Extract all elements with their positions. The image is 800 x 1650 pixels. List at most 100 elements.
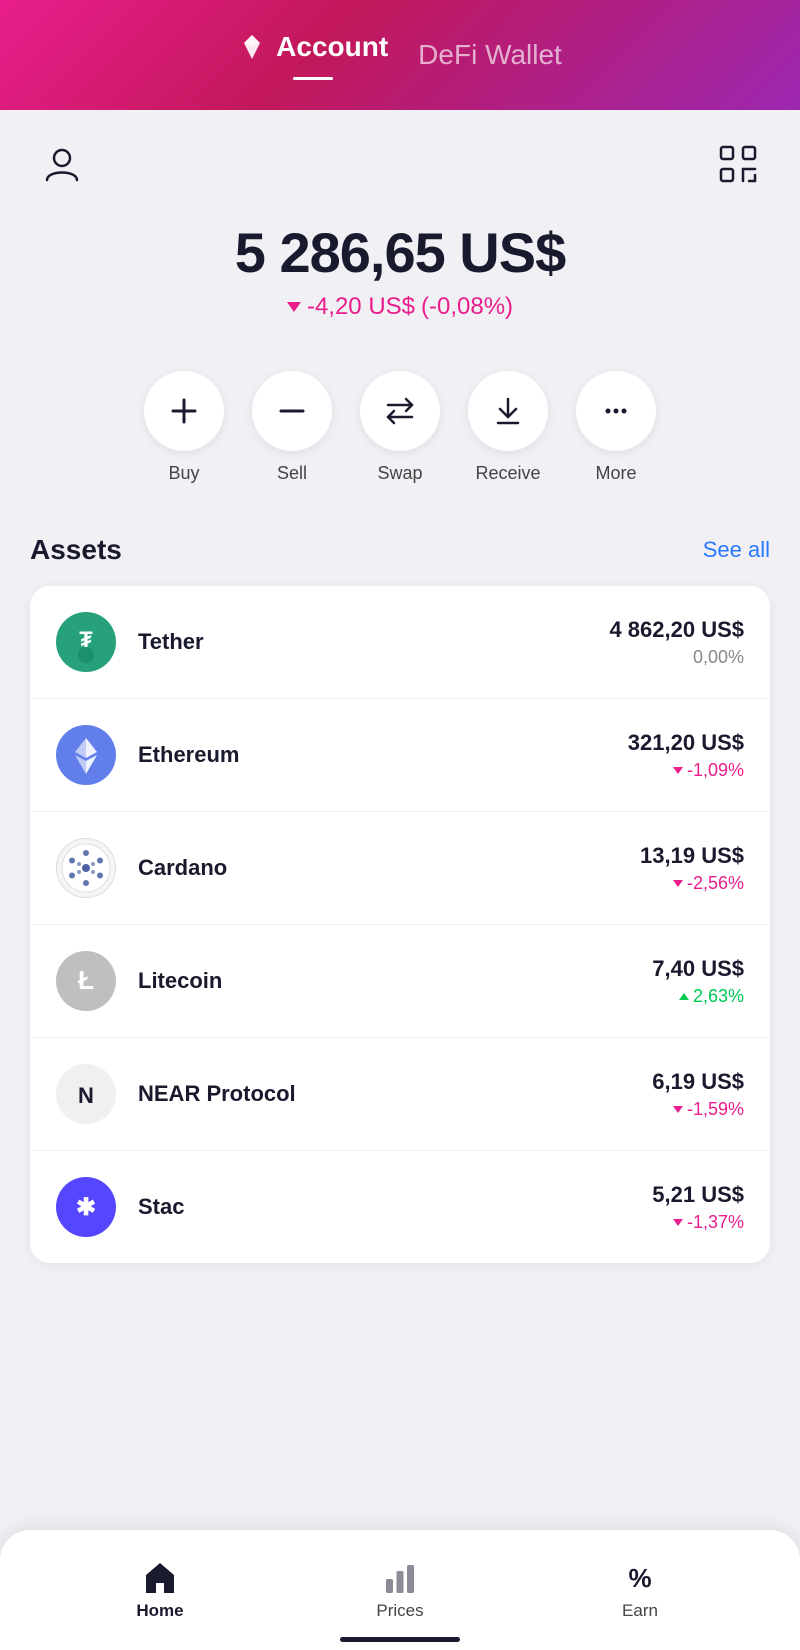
home-indicator	[340, 1637, 460, 1642]
asset-name-tether: Tether	[138, 629, 609, 655]
table-row[interactable]: Ethereum 321,20 US$ -1,09%	[30, 699, 770, 812]
cardano-amount: 13,19 US$	[640, 843, 744, 869]
tether-change: 0,00%	[609, 647, 744, 668]
tether-logo: ₮	[56, 612, 116, 672]
nav-home[interactable]: Home	[110, 1559, 210, 1621]
near-down-arrow-icon	[673, 1106, 683, 1113]
litecoin-icon: Ł	[61, 956, 111, 1006]
asset-name-near: NEAR Protocol	[138, 1081, 652, 1107]
svg-text:Ν: Ν	[78, 1083, 94, 1108]
near-values: 6,19 US$ -1,59%	[652, 1069, 744, 1120]
table-row[interactable]: ✱ Stac 5,21 US$ -1,37%	[30, 1151, 770, 1263]
change-percent: (-0,08%)	[421, 293, 513, 321]
buy-icon-circle	[144, 371, 224, 451]
asset-name-litecoin: Litecoin	[138, 968, 652, 994]
litecoin-values: 7,40 US$ 2,63%	[652, 956, 744, 1007]
user-icon	[42, 144, 82, 184]
tether-values: 4 862,20 US$ 0,00%	[609, 617, 744, 668]
stac-values: 5,21 US$ -1,37%	[652, 1182, 744, 1233]
receive-icon	[492, 395, 524, 427]
cardano-values: 13,19 US$ -2,56%	[640, 843, 744, 894]
cardano-change: -2,56%	[640, 873, 744, 894]
near-icon: Ν	[61, 1069, 111, 1119]
receive-icon-circle	[468, 371, 548, 451]
account-tab[interactable]: Account	[238, 31, 388, 80]
prices-icon	[382, 1559, 418, 1595]
more-button[interactable]: More	[576, 371, 656, 484]
table-row[interactable]: Ł Litecoin 7,40 US$ 2,63%	[30, 925, 770, 1038]
earn-icon: %	[622, 1559, 658, 1595]
defi-tab-label: DeFi Wallet	[418, 39, 562, 71]
stac-amount: 5,21 US$	[652, 1182, 744, 1208]
main-content: 5 286,65 US$ -4,20 US$ (-0,08%) Buy S	[0, 110, 800, 1650]
svg-text:Ł: Ł	[78, 965, 94, 995]
defi-tab[interactable]: DeFi Wallet	[418, 39, 562, 71]
near-amount: 6,19 US$	[652, 1069, 744, 1095]
swap-icon-circle	[360, 371, 440, 451]
earn-label: Earn	[622, 1601, 658, 1621]
eth-down-arrow-icon	[673, 767, 683, 774]
more-label: More	[595, 463, 636, 484]
header: Account DeFi Wallet	[0, 0, 800, 110]
scan-icon-button[interactable]	[712, 138, 764, 190]
home-label: Home	[136, 1601, 183, 1621]
actions-row: Buy Sell Swap	[0, 331, 800, 504]
sell-button[interactable]: Sell	[252, 371, 332, 484]
asset-name-ethereum: Ethereum	[138, 742, 628, 768]
change-amount: -4,20 US$	[307, 293, 415, 321]
ethereum-amount: 321,20 US$	[628, 730, 744, 756]
assets-title: Assets	[30, 534, 122, 566]
sell-icon-circle	[252, 371, 332, 451]
stacks-logo: ✱	[56, 1177, 116, 1237]
stac-change: -1,37%	[652, 1212, 744, 1233]
plus-icon	[169, 396, 199, 426]
earn-icon-svg: %	[622, 1559, 658, 1595]
assets-section: Assets See all ₮ Tether 4 862,20 US$ 0,0…	[0, 504, 800, 1273]
cardano-icon	[61, 843, 111, 893]
scan-icon	[717, 143, 759, 185]
table-row[interactable]: Ν NEAR Protocol 6,19 US$ -1,59%	[30, 1038, 770, 1151]
swap-icon	[384, 395, 416, 427]
more-icon-circle	[576, 371, 656, 451]
bottom-nav: Home Prices % Earn	[0, 1530, 800, 1650]
cardano-logo	[56, 838, 116, 898]
see-all-button[interactable]: See all	[703, 537, 770, 563]
nav-earn[interactable]: % Earn	[590, 1559, 690, 1621]
ethereum-values: 321,20 US$ -1,09%	[628, 730, 744, 781]
asset-list: ₮ Tether 4 862,20 US$ 0,00%	[30, 586, 770, 1263]
svg-text:₮: ₮	[79, 627, 93, 652]
user-icon-button[interactable]	[36, 138, 88, 190]
home-icon-svg	[142, 1559, 178, 1595]
account-tab-label: Account	[276, 31, 388, 63]
ethereum-change: -1,09%	[628, 760, 744, 781]
litecoin-logo: Ł	[56, 951, 116, 1011]
prices-label: Prices	[376, 1601, 423, 1621]
top-bar	[0, 110, 800, 200]
litecoin-change: 2,63%	[652, 986, 744, 1007]
swap-label: Swap	[377, 463, 422, 484]
ethereum-icon	[61, 730, 111, 780]
tether-amount: 4 862,20 US$	[609, 617, 744, 643]
table-row[interactable]: ₮ Tether 4 862,20 US$ 0,00%	[30, 586, 770, 699]
receive-label: Receive	[475, 463, 540, 484]
nav-prices[interactable]: Prices	[350, 1559, 450, 1621]
minus-icon	[277, 396, 307, 426]
asset-name-stac: Stac	[138, 1194, 652, 1220]
sell-label: Sell	[277, 463, 307, 484]
stac-down-arrow-icon	[673, 1219, 683, 1226]
balance-amount: 5 286,65 US$	[20, 220, 780, 285]
ethereum-logo	[56, 725, 116, 785]
buy-button[interactable]: Buy	[144, 371, 224, 484]
near-change: -1,59%	[652, 1099, 744, 1120]
tether-icon: ₮	[61, 617, 111, 667]
swap-button[interactable]: Swap	[360, 371, 440, 484]
table-row[interactable]: Cardano 13,19 US$ -2,56%	[30, 812, 770, 925]
litecoin-amount: 7,40 US$	[652, 956, 744, 982]
prices-icon-svg	[382, 1559, 418, 1595]
balance-change: -4,20 US$ (-0,08%)	[20, 293, 780, 321]
assets-header: Assets See all	[30, 534, 770, 566]
buy-label: Buy	[168, 463, 199, 484]
ltc-up-arrow-icon	[679, 993, 689, 1000]
change-arrow-down-icon	[287, 302, 301, 312]
receive-button[interactable]: Receive	[468, 371, 548, 484]
